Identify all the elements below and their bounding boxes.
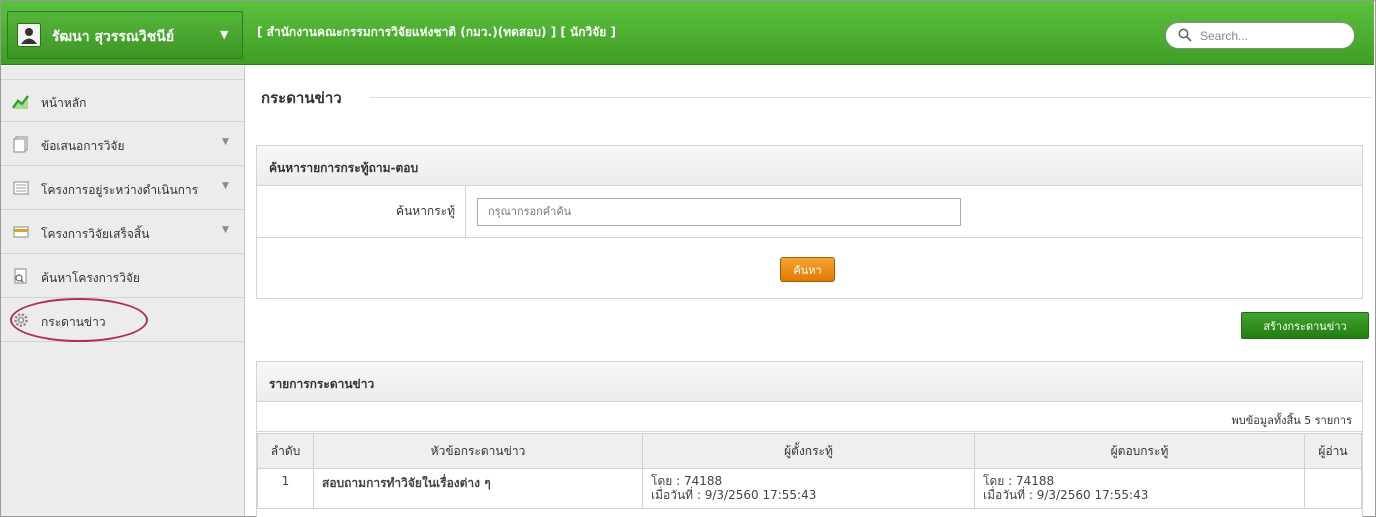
chevron-down-icon: ▼	[222, 181, 229, 191]
sidebar-item-label: โครงการวิจัยเสร็จสิ้น	[41, 227, 150, 241]
sidebar-item-proposals[interactable]: ข้อเสนอการวิจัย ▼	[1, 123, 245, 166]
col-header-no[interactable]: ลำดับ	[257, 433, 314, 469]
page-title: กระดานข่าว	[261, 89, 342, 107]
col-header-readers[interactable]: ผู้อ่าน	[1304, 433, 1362, 469]
poster-by: โดย : 74188	[651, 474, 723, 488]
chevron-down-icon: ▼	[222, 137, 229, 147]
search-doc-icon	[12, 267, 30, 285]
chart-icon	[12, 92, 30, 110]
sidebar-item-label: ข้อเสนอการวิจัย	[41, 139, 125, 153]
replier-cell: โดย : 74188 เมื่อวันที่ : 9/3/2560 17:55…	[974, 468, 1305, 509]
panel-header: ค้นหารายการกระทู้ถาม-ตอบ	[257, 146, 1362, 186]
sidebar-item-label: หน้าหลัก	[41, 96, 87, 110]
highlight-annotation	[10, 298, 148, 342]
create-board-button[interactable]: สร้างกระดานข่าว	[1241, 312, 1369, 339]
sidebar-item-label: โครงการอยู่ระหว่างดำเนินการ	[41, 183, 199, 197]
keyword-label: ค้นหากระทู้	[396, 204, 455, 218]
list-icon	[12, 179, 30, 197]
divider	[370, 97, 1372, 98]
board-table: ลำดับ หัวข้อกระดานข่าว ผู้ตั้งกระทู้ ผู้…	[257, 433, 1362, 509]
search-panel: ค้นหารายการกระทู้ถาม-ตอบ ค้นหากระทู้ ค้น…	[256, 145, 1363, 299]
sidebar-item-label: ค้นหาโครงการวิจัย	[41, 271, 140, 285]
col-header-poster[interactable]: ผู้ตั้งกระทู้	[642, 433, 975, 469]
keyword-input[interactable]	[477, 198, 961, 226]
user-menu[interactable]: รัฒนา สุวรรณวิชนีย์ ▼	[7, 11, 243, 59]
user-avatar-icon	[17, 23, 41, 47]
result-count: พบข้อมูลทั้งสิ้น 5 รายการ	[1231, 414, 1352, 427]
search-box[interactable]	[1165, 22, 1355, 49]
card-icon	[12, 223, 30, 241]
poster-cell: โดย : 74188 เมื่อวันที่ : 9/3/2560 17:55…	[642, 468, 975, 509]
list-panel-title: รายการกระดานข่าว	[269, 377, 375, 391]
board-list-panel: รายการกระดานข่าว พบข้อมูลทั้งสิ้น 5 รายก…	[256, 361, 1363, 517]
chevron-down-icon: ▼	[220, 28, 229, 41]
panel-header: รายการกระดานข่าว	[257, 362, 1362, 402]
sidebar-item-search-projects[interactable]: ค้นหาโครงการวิจัย	[1, 255, 245, 298]
readers-cell	[1304, 468, 1362, 509]
topic-link[interactable]: สอบถามการทำวิจัยในเรื่องต่าง ๆ	[313, 468, 643, 509]
top-bar: รัฒนา สุวรรณวิชนีย์ ▼ [ สำนักงานคณะกรรมก…	[1, 1, 1374, 65]
org-role-text: [ สำนักงานคณะกรรมการวิจัยแห่งชาติ (กมว.)…	[257, 25, 616, 39]
divider	[465, 186, 466, 238]
poster-date: เมื่อวันที่ : 9/3/2560 17:55:43	[651, 488, 817, 502]
sidebar-item-completed-projects[interactable]: โครงการวิจัยเสร็จสิ้น ▼	[1, 211, 245, 254]
main-content: กระดานข่าว ค้นหารายการกระทู้ถาม-ตอบ ค้นห…	[245, 66, 1374, 517]
result-count-row: พบข้อมูลทั้งสิ้น 5 รายการ	[257, 402, 1362, 432]
row-number: 1	[257, 468, 314, 509]
sidebar-item-ongoing-projects[interactable]: โครงการอยู่ระหว่างดำเนินการ ▼	[1, 167, 245, 210]
search-button[interactable]: ค้นหา	[780, 257, 835, 282]
sidebar: หน้าหลัก ข้อเสนอการวิจัย ▼ โครงการอยู่ระ…	[1, 66, 245, 516]
document-icon	[12, 135, 30, 153]
replier-by: โดย : 74188	[983, 474, 1055, 488]
col-header-replier[interactable]: ผู้ตอบกระทู้	[974, 433, 1305, 469]
table-row: 1 สอบถามการทำวิจัยในเรื่องต่าง ๆ โดย : 7…	[257, 468, 1362, 509]
user-name: รัฒนา สุวรรณวิชนีย์	[52, 29, 175, 45]
replier-date: เมื่อวันที่ : 9/3/2560 17:55:43	[983, 488, 1149, 502]
search-panel-title: ค้นหารายการกระทู้ถาม-ตอบ	[269, 161, 419, 175]
search-input[interactable]	[1200, 27, 1345, 45]
form-row: ค้นหากระทู้	[257, 186, 1362, 238]
col-header-topic[interactable]: หัวข้อกระดานข่าว	[313, 433, 643, 469]
chevron-down-icon: ▼	[222, 225, 229, 235]
sidebar-item-home[interactable]: หน้าหลัก	[1, 79, 245, 122]
table-header-row: ลำดับ หัวข้อกระดานข่าว ผู้ตั้งกระทู้ ผู้…	[257, 433, 1362, 469]
search-icon	[1178, 28, 1192, 45]
